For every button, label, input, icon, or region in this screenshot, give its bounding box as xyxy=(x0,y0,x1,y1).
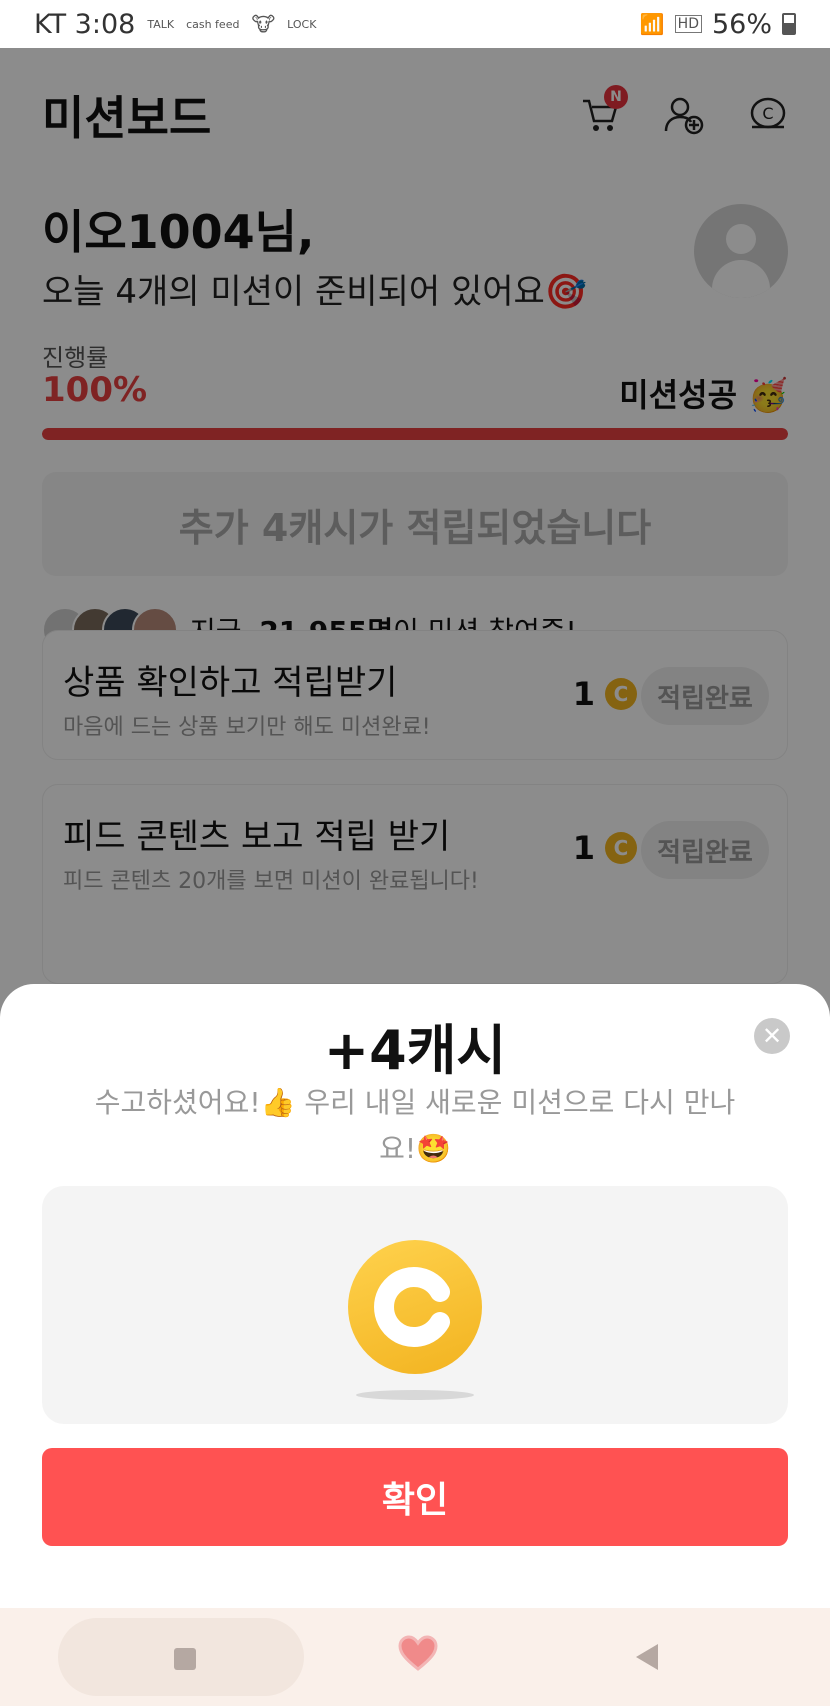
close-button[interactable]: ✕ xyxy=(754,1018,790,1054)
close-icon: ✕ xyxy=(761,1022,783,1050)
battery-percent: 56% xyxy=(711,8,772,40)
recents-button[interactable] xyxy=(174,1648,196,1670)
system-nav-bar xyxy=(0,1608,830,1706)
cash-coin-icon xyxy=(348,1240,482,1374)
coin-illustration-box xyxy=(42,1186,788,1424)
carrier-time: KT 3:08 xyxy=(34,8,136,40)
modal-message: 수고하셨어요!👍 우리 내일 새로운 미션으로 다시 만나요!🤩 xyxy=(94,1086,736,1165)
cashfeed-notification-icon: cash feed xyxy=(186,17,240,31)
battery-icon xyxy=(782,13,796,35)
heart-icon[interactable] xyxy=(398,1634,438,1674)
hd-icon: HD xyxy=(674,15,702,33)
modal-title: +4캐시 xyxy=(323,1019,507,1082)
wifi-icon: 📶 xyxy=(639,12,665,36)
reward-modal: +4캐시 ✕ 수고하셨어요!👍 우리 내일 새로운 미션으로 다시 만나요!🤩 … xyxy=(0,984,830,1608)
back-button[interactable] xyxy=(636,1644,658,1670)
status-bar: KT 3:08 TALK cash feed 🐮 LOCK 📶 HD 56% xyxy=(0,0,830,48)
coin-shadow xyxy=(356,1390,474,1400)
confirm-button[interactable]: 확인 xyxy=(42,1448,788,1546)
app-notification-icon: 🐮 xyxy=(251,12,276,36)
lock-notification-icon: LOCK xyxy=(287,17,317,31)
talk-notification-icon: TALK xyxy=(147,17,175,31)
